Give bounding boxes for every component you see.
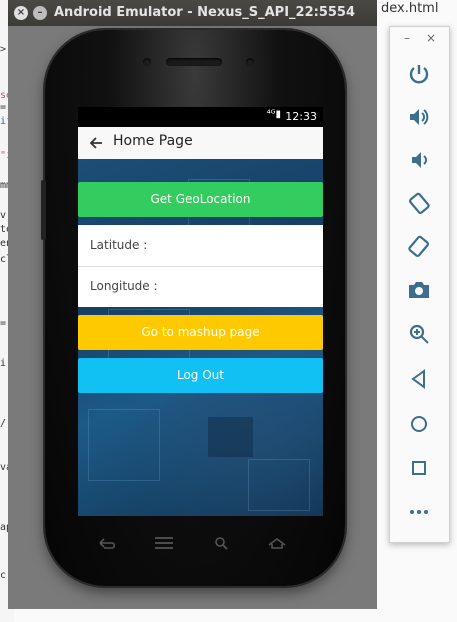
- ide-fragment: c: [0, 570, 7, 581]
- app-content: Get GeoLocation Latitude : Longitude : G…: [78, 159, 323, 516]
- status-icons: ⁴ᴳ▮: [266, 109, 281, 120]
- overview-icon[interactable]: [406, 455, 432, 481]
- more-icon[interactable]: [406, 499, 432, 525]
- longitude-label: Longitude :: [90, 279, 158, 293]
- panel-close-button[interactable]: ×: [426, 31, 436, 45]
- volume-down-icon[interactable]: [406, 147, 432, 173]
- volume-up-icon[interactable]: [406, 104, 432, 130]
- window-minimize-button[interactable]: –: [33, 6, 47, 20]
- phone-speaker: [166, 58, 222, 66]
- status-time: 12:33: [285, 110, 317, 123]
- home-key-icon[interactable]: [266, 536, 288, 550]
- search-key-icon[interactable]: [211, 536, 233, 550]
- back-key-icon[interactable]: [96, 536, 118, 550]
- background-pattern: [88, 409, 160, 481]
- location-fields: Latitude : Longitude :: [78, 225, 323, 307]
- background-pattern: [248, 459, 310, 511]
- app-header: Home Page: [78, 127, 323, 159]
- home-icon[interactable]: [406, 411, 432, 437]
- ide-fragment: i: [0, 358, 7, 369]
- ide-fragment: /: [0, 418, 7, 429]
- rotate-left-icon[interactable]: [406, 190, 432, 216]
- ide-fragment: v: [0, 210, 7, 221]
- phone-screen: ⁴ᴳ▮ 12:33 Home Page Get GeoLocation Lati…: [78, 107, 323, 516]
- phone-camera: [246, 58, 254, 66]
- mashup-page-button[interactable]: Go to mashup page: [78, 315, 323, 350]
- phone-sensor: [143, 58, 151, 66]
- ide-fragment: >: [0, 44, 7, 55]
- phone-side-button[interactable]: [41, 180, 46, 240]
- panel-minimize-button[interactable]: –: [404, 31, 410, 45]
- ide-fragment: =: [0, 318, 7, 329]
- background-pattern: [208, 417, 253, 457]
- emulator-controls-panel: – ×: [389, 26, 450, 543]
- rotate-right-icon[interactable]: [406, 233, 432, 259]
- logout-button[interactable]: Log Out: [78, 358, 323, 393]
- emulator-titlebar[interactable]: × – Android Emulator - Nexus_S_API_22:55…: [8, 0, 377, 26]
- camera-icon[interactable]: [406, 277, 432, 303]
- longitude-row: Longitude :: [78, 266, 323, 307]
- emulator-title: Android Emulator - Nexus_S_API_22:5554: [54, 5, 355, 20]
- get-geolocation-button[interactable]: Get GeoLocation: [78, 182, 323, 217]
- back-arrow-icon[interactable]: [86, 133, 106, 153]
- latitude-label: Latitude :: [90, 238, 148, 252]
- ide-file-tab[interactable]: dex.html: [381, 1, 438, 16]
- ide-fragment: =: [0, 102, 7, 113]
- latitude-row: Latitude :: [78, 225, 323, 267]
- menu-key-icon[interactable]: [153, 536, 175, 550]
- back-icon[interactable]: [406, 366, 432, 392]
- window-close-button[interactable]: ×: [14, 6, 28, 20]
- status-bar: ⁴ᴳ▮ 12:33: [78, 107, 323, 127]
- page-title: Home Page: [113, 133, 193, 149]
- power-icon[interactable]: [406, 61, 432, 87]
- zoom-icon[interactable]: [406, 321, 432, 347]
- emulator-window: × – Android Emulator - Nexus_S_API_22:55…: [8, 0, 377, 609]
